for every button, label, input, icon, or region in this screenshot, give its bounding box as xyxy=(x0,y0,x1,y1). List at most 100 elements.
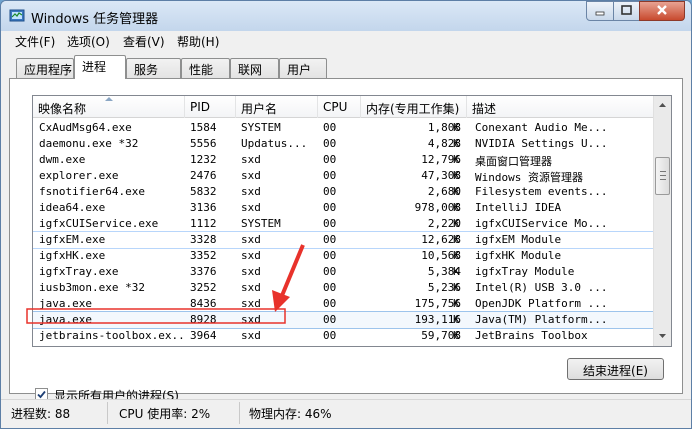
vertical-scrollbar[interactable] xyxy=(653,96,671,346)
table-row[interactable]: idea64.exe 3136 sxd 00 978,008 K IntelliJ IDEA xyxy=(33,200,653,216)
status-cpu-usage: CPU 使用率: 2% xyxy=(119,407,211,421)
cell-mem: 1,808 xyxy=(427,121,461,134)
cell-desc: igfxHK Module xyxy=(475,249,562,262)
table-row[interactable]: igfxHK.exe 3352 sxd 00 10,568 KigfxHK Module xyxy=(33,248,653,264)
column-header-image-name[interactable]: 映像名称 xyxy=(33,96,185,118)
cell-desc: Windows 资源管理器 xyxy=(475,171,583,184)
maximize-button[interactable] xyxy=(613,1,640,21)
cell-mem: 175,756 xyxy=(414,297,461,310)
cell-name: CxAudMsg64.exe xyxy=(39,121,132,134)
cell-desc: OpenJDK Platform ... xyxy=(475,297,608,310)
cell-cpu: 00 xyxy=(323,153,337,166)
menu-bar: 文件(F) 选项(O) 查看(V) 帮助(H) xyxy=(1,31,691,51)
cell-mem: 190,888 xyxy=(369,345,461,346)
cell-pid: 3352 xyxy=(190,249,217,262)
scroll-down-icon[interactable] xyxy=(655,328,670,344)
table-row[interactable]: igfxEM.exe 3328 sxd 00 12,628 KigfxEM Module xyxy=(33,231,654,249)
cell-pid: 5024 xyxy=(190,345,238,346)
column-header-user[interactable]: 用户名 xyxy=(236,96,318,118)
cell-user: sxd xyxy=(241,169,261,182)
cell-pid: 3376 xyxy=(190,265,217,278)
minimize-button[interactable] xyxy=(586,1,614,21)
table-row[interactable]: explorer.exe 2476 sxd 00 47,308 K Windows 资源管理… xyxy=(33,168,653,184)
task-manager-icon xyxy=(9,9,25,22)
cell-mem: 2,680 xyxy=(427,185,461,198)
cell-unit: K xyxy=(453,233,460,246)
table-row[interactable]: fsnotifier64.exe 5832 sxd 00 2,680 K Filesyste… xyxy=(33,184,653,200)
table-row[interactable]: iusb3mon.exe *32 3252 sxd 00 5,236 K Intel(R) … xyxy=(33,280,653,296)
cell-user: sxd xyxy=(241,345,317,346)
table-row[interactable]: igfxTray.exe 3376 sxd 00 5,384 KigfxTray Modu… xyxy=(33,264,653,280)
end-process-button[interactable]: 结束进程(E) xyxy=(567,358,664,380)
maximize-icon xyxy=(621,5,632,15)
tab-services[interactable]: 服务 xyxy=(126,58,181,78)
cell-name: igfxCUIService.exe xyxy=(39,217,159,230)
cell-user: Updatus... xyxy=(241,137,308,150)
cell-name: explorer.exe xyxy=(39,169,119,182)
cell-mem: 12,796 xyxy=(421,153,461,166)
status-divider xyxy=(107,402,108,424)
title-bar[interactable]: Windows 任务管理器 xyxy=(1,1,691,31)
process-list-header: 映像名称 PID 用户名 CPU 内存(专用工作集) 描述 xyxy=(33,96,653,118)
cell-user: sxd xyxy=(241,281,261,294)
menu-file[interactable]: 文件(F) xyxy=(15,33,55,50)
column-header-description[interactable]: 描述 xyxy=(467,96,653,118)
cell-mem: 47,308 xyxy=(421,169,461,182)
column-header-pid[interactable]: PID xyxy=(185,96,236,118)
cell-user: SYSTEM xyxy=(241,121,281,134)
cell-name: daemonu.exe *32 xyxy=(39,137,139,150)
cell-unit: K xyxy=(453,201,460,214)
cell-unit: K xyxy=(453,281,460,294)
table-row[interactable]: dwm.exe 1232 sxd 00 12,796 K 桌面窗口管理器 xyxy=(33,152,653,168)
column-header-cpu[interactable]: CPU xyxy=(318,96,361,118)
table-row[interactable]: java.exe 8928 sxd 00 193,116 K Java(TM) Platfo… xyxy=(33,311,654,329)
status-memory-usage: 物理内存: 46% xyxy=(249,407,332,421)
cell-unit: K xyxy=(453,137,460,150)
cell-desc: Java(TM) Platform... xyxy=(475,313,608,326)
cell-name: java.exe xyxy=(39,313,92,326)
table-row[interactable]: daemonu.exe *32 5556 Updatus... 00 4,828 K NVI… xyxy=(33,136,653,152)
cell-cpu: 00 xyxy=(323,249,337,262)
cell-unit: K xyxy=(453,249,460,262)
cell-unit: K xyxy=(453,185,460,198)
tab-users[interactable]: 用户 xyxy=(279,58,327,78)
tab-applications[interactable]: 应用程序 xyxy=(16,58,74,78)
cell-cpu: 00 xyxy=(323,345,363,346)
cell-name: java.exe xyxy=(39,297,92,310)
table-row[interactable]: igfxCUIService.exe 1112 SYSTEM 00 2,220 Kigfx… xyxy=(33,216,653,232)
table-row[interactable]: java.exe 8436 sxd 00 175,756 K OpenJDK Platfor… xyxy=(33,296,653,312)
scroll-up-icon[interactable] xyxy=(655,97,670,113)
cell-unit: K xyxy=(453,169,460,182)
cell-pid: 5832 xyxy=(190,185,217,198)
cell-desc: NVIDIA Settings U... xyxy=(475,137,608,150)
cell-pid: 3328 xyxy=(190,233,217,246)
close-button[interactable] xyxy=(639,1,685,21)
table-row[interactable]: CxAudMsg64.exe 1584 SYSTEM 00 1,808 K Conexant… xyxy=(33,120,653,136)
table-row[interactable]: jetbrains-toolbox.ex... 3964 sxd 00 59,708 K J… xyxy=(33,328,653,344)
tab-processes[interactable]: 进程 xyxy=(74,55,126,79)
scroll-thumb[interactable] xyxy=(655,157,670,195)
process-rows: CxAudMsg64.exe 1584 SYSTEM 00 1,808 K Conexant… xyxy=(33,120,654,346)
process-list[interactable]: 映像名称 PID 用户名 CPU 内存(专用工作集) 描述 CxAudMsg64… xyxy=(32,95,672,347)
column-header-memory[interactable]: 内存(专用工作集) xyxy=(361,96,467,118)
cell-name: igfxEM.exe xyxy=(39,233,106,246)
minimize-icon xyxy=(595,11,605,16)
cell-mem: 4,828 xyxy=(427,137,461,150)
tab-networking[interactable]: 联网 xyxy=(230,58,279,78)
table-row[interactable]: KuMusic.exe *325024sxd 00 190,888K 酷我音乐 xyxy=(33,344,653,346)
cell-pid: 8436 xyxy=(190,297,217,310)
grip-icon xyxy=(660,171,666,180)
cell-unit: K xyxy=(453,265,460,278)
cell-unit: K xyxy=(453,297,460,310)
cell-cpu: 00 xyxy=(323,329,337,342)
cell-cpu: 00 xyxy=(323,281,337,294)
menu-help[interactable]: 帮助(H) xyxy=(177,33,219,50)
menu-view[interactable]: 查看(V) xyxy=(123,33,165,50)
menu-options[interactable]: 选项(O) xyxy=(67,33,110,50)
cell-cpu: 00 xyxy=(323,297,337,310)
cell-pid: 3252 xyxy=(190,281,217,294)
cell-mem: 193,116 xyxy=(414,313,461,326)
cell-mem: 5,236 xyxy=(427,281,461,294)
cell-user: sxd xyxy=(241,313,261,326)
tab-performance[interactable]: 性能 xyxy=(181,58,230,78)
